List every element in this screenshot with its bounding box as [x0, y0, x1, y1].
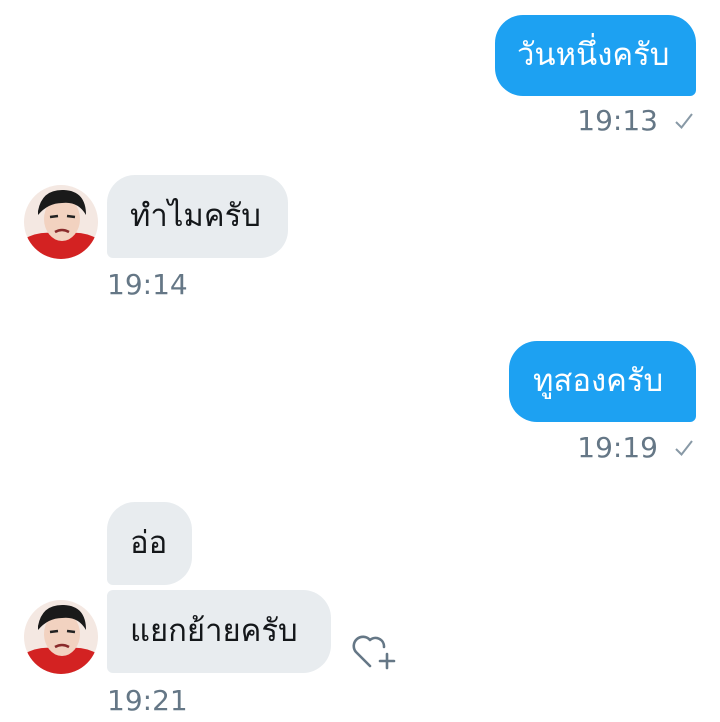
message-text: อ่อ [130, 525, 168, 561]
avatar[interactable] [24, 185, 98, 259]
message-meta: 19:14 [107, 270, 188, 300]
message-meta: 19:19 [577, 433, 694, 463]
timestamp: 19:19 [577, 431, 658, 464]
timestamp: 19:14 [107, 268, 188, 301]
message-bubble-sent[interactable]: วันหนึ่งครับ [495, 15, 696, 96]
message-text: แยกย้ายครับ [130, 613, 298, 649]
message-bubble-received[interactable]: อ่อ [107, 502, 192, 585]
avatar[interactable] [24, 600, 98, 674]
message-bubble-received[interactable]: ทำไมครับ [107, 175, 288, 258]
message-bubble-received[interactable]: แยกย้ายครับ [107, 590, 331, 673]
message-meta: 19:13 [577, 106, 694, 136]
message-bubble-sent[interactable]: ทูสองครับ [509, 341, 696, 422]
timestamp: 19:13 [577, 104, 658, 137]
message-text: วันหนึ่งครับ [517, 37, 670, 73]
check-icon [675, 113, 693, 130]
message-meta: 19:21 [107, 686, 188, 716]
message-text: ทูสองครับ [533, 363, 664, 399]
timestamp: 19:21 [107, 684, 188, 717]
heart-add-icon[interactable] [350, 630, 398, 672]
check-icon [675, 440, 693, 457]
message-text: ทำไมครับ [130, 198, 261, 234]
